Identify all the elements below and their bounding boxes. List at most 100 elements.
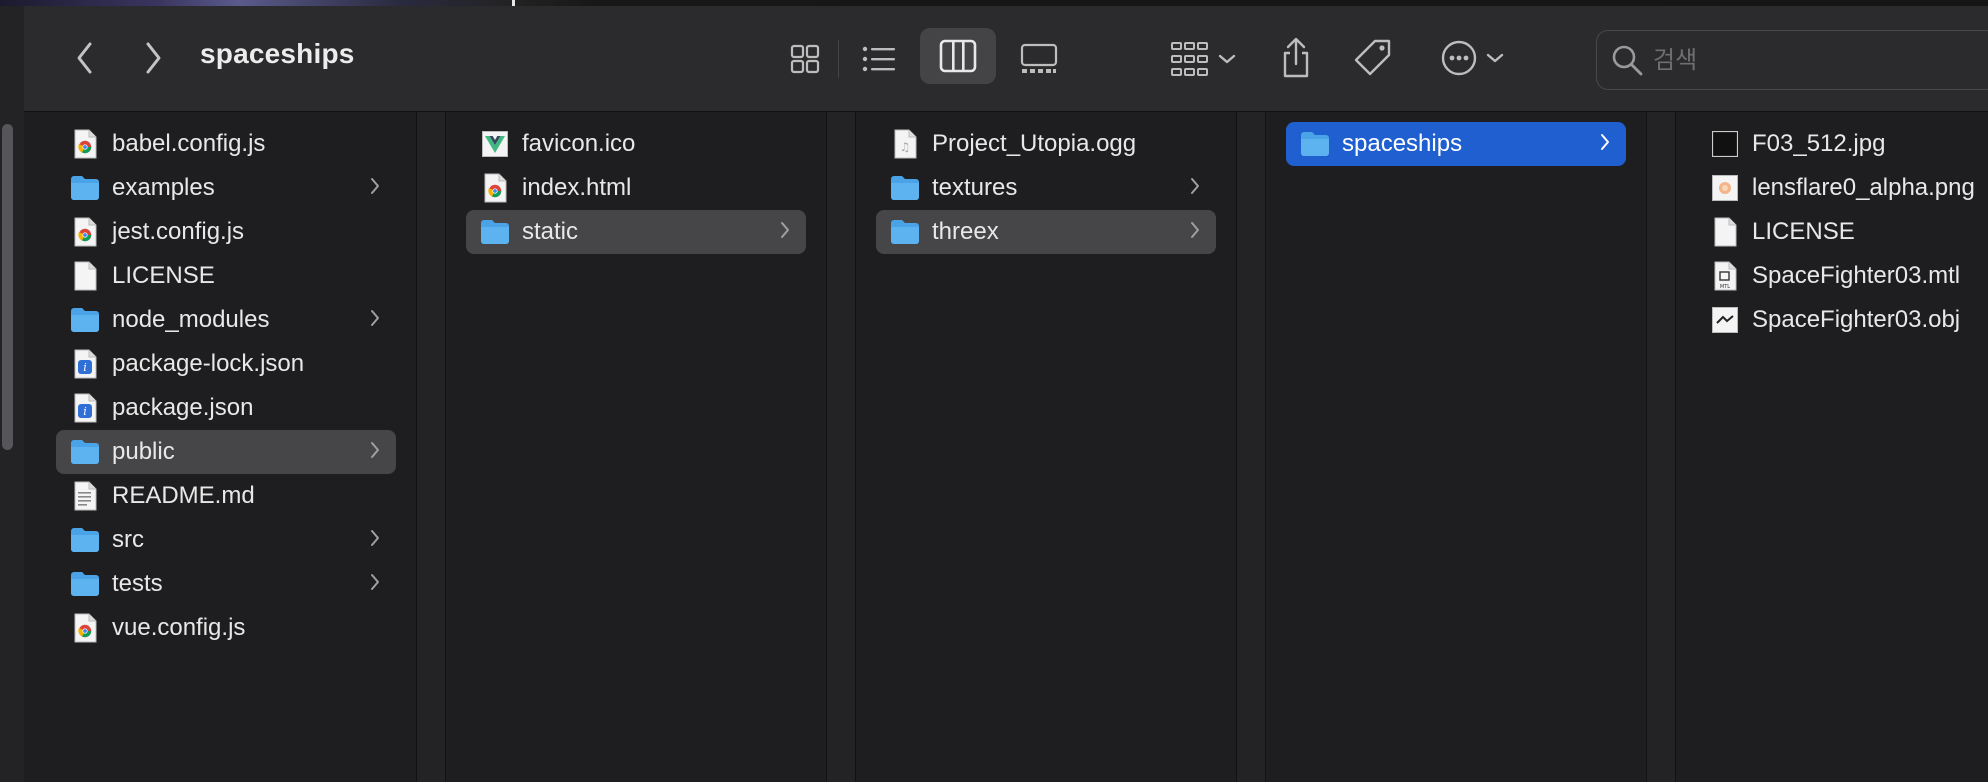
list-view-icon (862, 46, 895, 72)
folder-row[interactable]: examples (56, 166, 396, 210)
search-field[interactable] (1596, 30, 1988, 90)
item-name: textures (932, 174, 1018, 201)
share-button[interactable] (1274, 32, 1318, 84)
folder-row[interactable]: public (56, 430, 396, 474)
search-input[interactable] (1651, 45, 1955, 75)
audio-file-icon: ♫ (890, 128, 920, 160)
disclosure-chevron-icon (1190, 176, 1206, 200)
folder-row[interactable]: node_modules (56, 298, 396, 342)
folder-icon (70, 304, 100, 336)
disclosure-chevron-icon (370, 308, 386, 332)
tag-button[interactable] (1350, 34, 1396, 82)
item-name: index.html (522, 174, 632, 201)
file-row[interactable]: LICENSE (1696, 210, 1988, 254)
file-row[interactable]: MTL SpaceFighter03.mtl (1696, 254, 1988, 298)
toolbar: spaceships (24, 6, 1988, 112)
column-divider[interactable] (1236, 112, 1266, 782)
folder-row[interactable]: textures (876, 166, 1216, 210)
file-row[interactable]: i package.json (56, 386, 396, 430)
item-name: LICENSE (112, 262, 215, 289)
finder-window: spaceships 검색 babel.config.js examples j… (24, 6, 1988, 782)
more-button[interactable] (1432, 34, 1512, 82)
item-name: favicon.ico (522, 130, 636, 157)
share-icon (1283, 37, 1309, 78)
search-icon (1612, 45, 1643, 76)
item-name: lensflare0_alpha.png (1752, 174, 1975, 201)
disclosure-chevron-icon (370, 440, 386, 464)
file-row[interactable]: favicon.ico (466, 122, 806, 166)
item-name: package-lock.json (112, 350, 305, 377)
file-row[interactable]: jest.config.js (56, 210, 396, 254)
column-divider[interactable] (1646, 112, 1676, 782)
folder-row[interactable]: spaceships (1286, 122, 1626, 166)
folder-row[interactable]: tests (56, 562, 396, 606)
file-row[interactable]: vue.config.js (56, 606, 396, 650)
more-ellipsis-icon (1441, 40, 1477, 76)
file-row[interactable]: F03_512.jpg (1696, 122, 1988, 166)
chrome-document-icon (70, 216, 100, 248)
mtl-file-icon: MTL (1710, 260, 1740, 292)
group-by-button[interactable] (1164, 34, 1242, 84)
file-row[interactable]: index.html (466, 166, 806, 210)
folder-icon (70, 524, 100, 556)
background-scrollbar[interactable] (2, 124, 13, 450)
folder-icon (480, 216, 510, 248)
view-separator (838, 40, 839, 78)
icon-view-icon (790, 44, 820, 74)
folder-icon (70, 436, 100, 468)
column-view-button[interactable] (920, 28, 996, 84)
folder-icon (70, 568, 100, 600)
folder-row[interactable]: threex (876, 210, 1216, 254)
file-row[interactable]: babel.config.js (56, 122, 396, 166)
folder-icon (1300, 128, 1330, 160)
browser-column-4 (1278, 112, 1634, 782)
item-name: README.md (112, 482, 255, 509)
column-view-icon (939, 39, 977, 73)
item-name: babel.config.js (112, 130, 266, 157)
file-row[interactable]: LICENSE (56, 254, 396, 298)
svg-text:i: i (83, 361, 87, 374)
gallery-view-button[interactable] (1014, 36, 1064, 82)
folder-row[interactable]: static (466, 210, 806, 254)
folder-icon (890, 216, 920, 248)
file-row[interactable]: ♫ Project_Utopia.ogg (876, 122, 1216, 166)
disclosure-chevron-icon (1190, 220, 1206, 244)
item-name: tests (112, 570, 163, 597)
item-name: F03_512.jpg (1752, 130, 1886, 157)
file-row[interactable]: lensflare0_alpha.png (1696, 166, 1988, 210)
json-document-icon: i (70, 348, 100, 380)
group-grid-icon (1171, 42, 1208, 76)
folder-icon (890, 172, 920, 204)
png-file-icon (1710, 172, 1740, 204)
file-row[interactable]: i package-lock.json (56, 342, 396, 386)
column-divider[interactable] (416, 112, 446, 782)
document-icon (1710, 216, 1740, 248)
chrome-document-icon (70, 128, 100, 160)
json-document-icon: i (70, 392, 100, 424)
background-window-edge (0, 6, 25, 782)
forward-button[interactable] (132, 32, 174, 84)
back-button[interactable] (64, 32, 106, 84)
column-divider[interactable] (826, 112, 856, 782)
disclosure-chevron-icon (1600, 132, 1616, 156)
file-row[interactable]: README.md (56, 474, 396, 518)
tag-icon (1354, 39, 1391, 76)
document-icon (70, 260, 100, 292)
list-view-button[interactable] (856, 36, 902, 82)
item-name: public (112, 438, 175, 465)
item-name: vue.config.js (112, 614, 246, 641)
chevron-right-icon (146, 42, 161, 74)
chrome-document-icon (70, 612, 100, 644)
item-name: LICENSE (1752, 218, 1855, 245)
item-name: threex (932, 218, 999, 245)
item-name: static (522, 218, 579, 245)
svg-text:i: i (83, 405, 87, 418)
item-name: package.json (112, 394, 254, 421)
svg-text:♫: ♫ (900, 140, 911, 154)
icon-view-button[interactable] (784, 36, 826, 82)
window-title: spaceships (200, 38, 355, 69)
chrome-document-icon (480, 172, 510, 204)
folder-row[interactable]: src (56, 518, 396, 562)
file-row[interactable]: SpaceFighter03.obj (1696, 298, 1988, 342)
disclosure-chevron-icon (370, 528, 386, 552)
